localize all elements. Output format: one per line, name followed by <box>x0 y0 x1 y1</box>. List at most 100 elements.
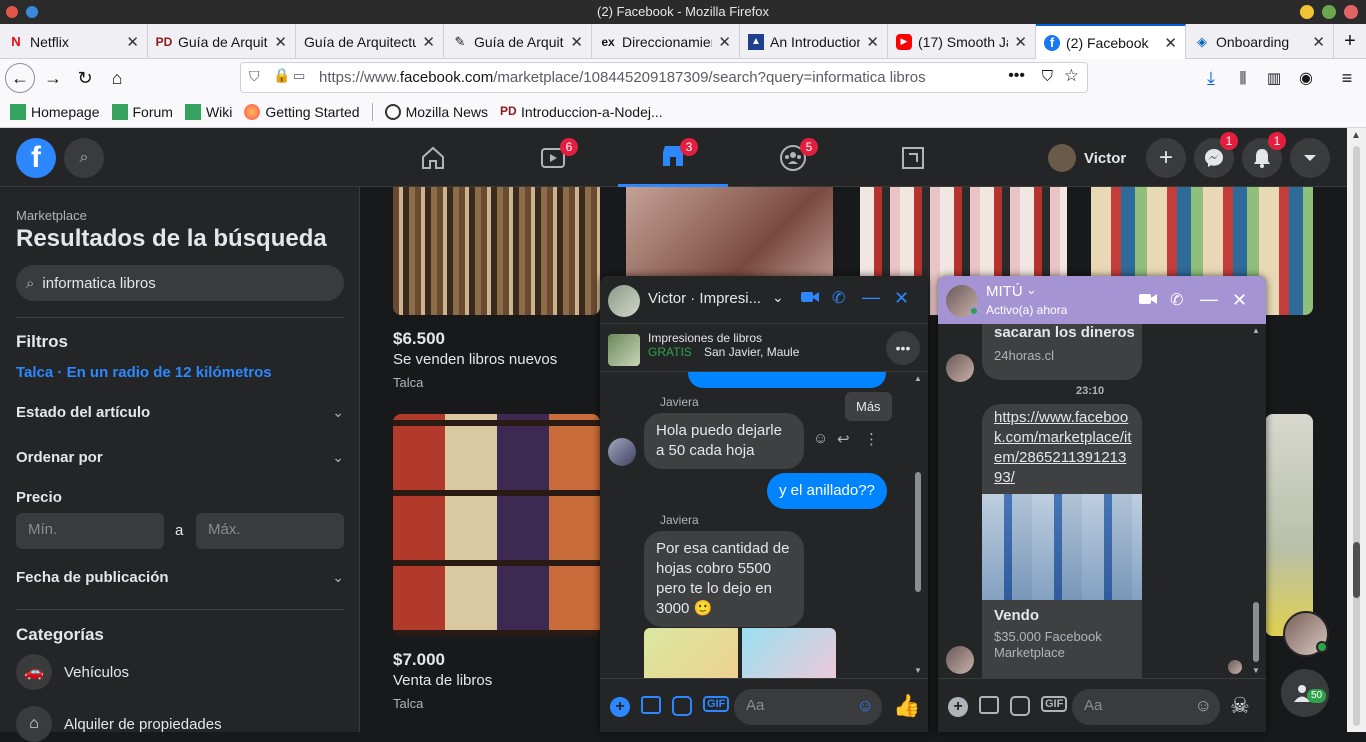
messenger-button[interactable]: 1 <box>1194 132 1238 178</box>
tab-direccionamiento[interactable]: ex Direccionamiento ✕ <box>592 24 740 59</box>
minimize-window-button[interactable] <box>1300 5 1314 19</box>
new-message-button[interactable]: 50 <box>1281 669 1329 717</box>
sticker-icon[interactable] <box>1010 696 1030 716</box>
menu-icon[interactable]: ≡ <box>1332 63 1362 93</box>
video-call-icon[interactable] <box>800 289 820 309</box>
item-image[interactable] <box>982 494 1142 600</box>
category-vehicles[interactable]: 🚗 Vehículos <box>16 654 129 690</box>
tab-introduction[interactable]: ▲ An Introduction ✕ <box>740 24 888 59</box>
tab-onboarding[interactable]: ◈ Onboarding ✕ <box>1186 24 1334 59</box>
voice-call-icon[interactable]: ✆ <box>832 288 845 308</box>
chat-title[interactable]: MITÚ <box>986 283 1023 300</box>
maximize-window-button[interactable] <box>1322 5 1336 19</box>
watch-tab[interactable]: 6 <box>498 128 608 187</box>
listing-image[interactable] <box>393 414 600 636</box>
page-actions-icon[interactable]: ••• <box>1008 67 1025 85</box>
bookmark-star-icon[interactable]: ☆ <box>1064 66 1079 86</box>
chat-header[interactable]: Victor · Impresi... ⌄ ✆ — ✕ <box>600 276 928 324</box>
close-chat-icon[interactable]: ✕ <box>1232 290 1247 311</box>
close-window-button[interactable] <box>1344 5 1358 19</box>
emoji-icon[interactable]: ☺ <box>857 696 874 716</box>
scrollbar-thumb[interactable] <box>1353 146 1360 726</box>
close-tab-icon[interactable]: ✕ <box>718 33 731 51</box>
search-input[interactable]: informatica libros <box>42 275 155 292</box>
more-icon[interactable]: ⋮ <box>864 430 879 448</box>
pocket-icon[interactable]: ⛉ <box>1042 68 1053 85</box>
tab-guia-3[interactable]: ✎ Guía de Arquitectura ✕ <box>444 24 592 59</box>
video-call-icon[interactable] <box>1138 291 1158 311</box>
tab-guia-1[interactable]: PD Guía de Arquitectura ✕ <box>148 24 296 59</box>
photo-icon[interactable] <box>979 696 999 714</box>
groups-tab[interactable]: 5 <box>738 128 848 187</box>
chevron-down-icon[interactable]: ⌄ <box>1026 282 1037 298</box>
tab-facebook[interactable]: f (2) Facebook ✕ <box>1036 24 1186 59</box>
message-input[interactable]: Aa ☺ <box>734 689 882 725</box>
new-tab-button[interactable]: + <box>1334 24 1366 59</box>
create-button[interactable]: + <box>1146 138 1186 178</box>
home-tab[interactable] <box>378 128 488 187</box>
firefox-menu-icon[interactable] <box>6 6 18 18</box>
downloads-icon[interactable]: ⤓ <box>1196 63 1226 93</box>
search-icon[interactable]: ⌕ <box>64 138 104 178</box>
close-chat-icon[interactable]: ✕ <box>894 288 909 309</box>
forward-button[interactable]: → <box>38 63 68 93</box>
listing-title[interactable]: Venta de libros <box>393 672 492 689</box>
price-min-input[interactable]: Mín. <box>16 513 164 549</box>
link-message-card[interactable]: https://www.facebook.com/marketplace/ite… <box>982 404 1142 678</box>
listing-title[interactable]: Se venden libros nuevos <box>393 351 557 368</box>
listing-image[interactable] <box>1265 414 1313 636</box>
reply-icon[interactable]: ↩ <box>837 430 850 448</box>
bookmark-getting-started[interactable]: Getting Started <box>244 104 360 120</box>
chat-scrollbar[interactable]: ▲ ▼ <box>912 372 924 678</box>
message-image[interactable] <box>742 628 836 678</box>
scroll-up-icon[interactable]: ▲ <box>1351 130 1361 141</box>
bookmark-wiki[interactable]: Wiki <box>184 104 232 120</box>
thumbs-up-icon[interactable]: 👍 <box>893 693 920 719</box>
facebook-logo-icon[interactable]: f <box>16 138 56 178</box>
home-button[interactable]: ⌂ <box>102 63 132 93</box>
more-actions-icon[interactable]: + <box>610 697 630 717</box>
bookmark-forum[interactable]: Forum <box>111 104 173 120</box>
gaming-tab[interactable] <box>858 128 968 187</box>
link-preview-card[interactable]: sacaran los dineros de la AF... 24horas.… <box>982 324 1142 380</box>
pin-icon[interactable] <box>26 6 38 18</box>
more-actions-icon[interactable]: + <box>948 697 968 717</box>
scroll-down-icon[interactable]: ▼ <box>1252 666 1260 675</box>
minimize-chat-icon[interactable]: — <box>1200 289 1218 310</box>
scrollbar-thumb-active[interactable] <box>1353 542 1360 598</box>
lock-icon[interactable]: 🔒 <box>273 67 290 84</box>
date-listed-filter[interactable]: Fecha de publicación ⌄ <box>16 564 344 590</box>
scrollbar-thumb[interactable] <box>1253 602 1259 662</box>
chat-header[interactable]: MITÚ ⌄ Activo(a) ahora ✆ — ✕ <box>938 276 1266 324</box>
sidebar-icon[interactable]: ▥ <box>1259 63 1289 93</box>
product-header[interactable]: Impresiones de libros GRATIS San Javier,… <box>600 324 928 372</box>
scroll-up-icon[interactable]: ▲ <box>914 374 922 383</box>
account-menu-button[interactable] <box>1290 138 1330 178</box>
reload-button[interactable]: ↻ <box>70 63 100 93</box>
account-icon[interactable]: ◉ <box>1291 63 1321 93</box>
gif-icon[interactable]: GIF <box>1041 696 1068 712</box>
more-options-icon[interactable]: ••• <box>886 331 920 365</box>
close-tab-icon[interactable]: ✕ <box>1014 33 1027 51</box>
close-tab-icon[interactable]: ✕ <box>1312 33 1325 51</box>
permissions-icon[interactable]: ▭ <box>293 68 305 84</box>
url-bar[interactable]: ⛉ 🔒 ▭ https://www. facebook.com/marketpla… <box>240 62 1088 93</box>
location-filter[interactable]: Talca · En un radio de 12 kilómetros <box>16 364 272 381</box>
category-property-rentals[interactable]: ⌂ Alquiler de propiedades <box>16 706 222 742</box>
voice-call-icon[interactable]: ✆ <box>1170 290 1183 310</box>
message-link[interactable]: https://www.facebook.com/marketplace/ite… <box>994 408 1132 488</box>
close-tab-icon[interactable]: ✕ <box>126 33 139 51</box>
scrollbar-thumb[interactable] <box>915 472 921 592</box>
listing-image[interactable] <box>393 187 600 315</box>
profile-link[interactable]: Victor <box>1048 142 1126 174</box>
search-field[interactable]: ⌕ informatica libros <box>16 265 344 301</box>
shield-icon[interactable]: ⛉ <box>249 68 260 85</box>
react-icon[interactable]: ☺ <box>813 430 828 447</box>
close-tab-icon[interactable]: ✕ <box>866 33 879 51</box>
tab-guia-2[interactable]: Guía de Arquitectura ✕ <box>296 24 444 59</box>
skull-emoji-icon[interactable]: ☠ <box>1230 693 1250 719</box>
page-scrollbar[interactable]: ▲ <box>1347 128 1366 732</box>
gif-icon[interactable]: GIF <box>703 696 730 712</box>
message-image[interactable] <box>644 628 738 678</box>
close-tab-icon[interactable]: ✕ <box>422 33 435 51</box>
